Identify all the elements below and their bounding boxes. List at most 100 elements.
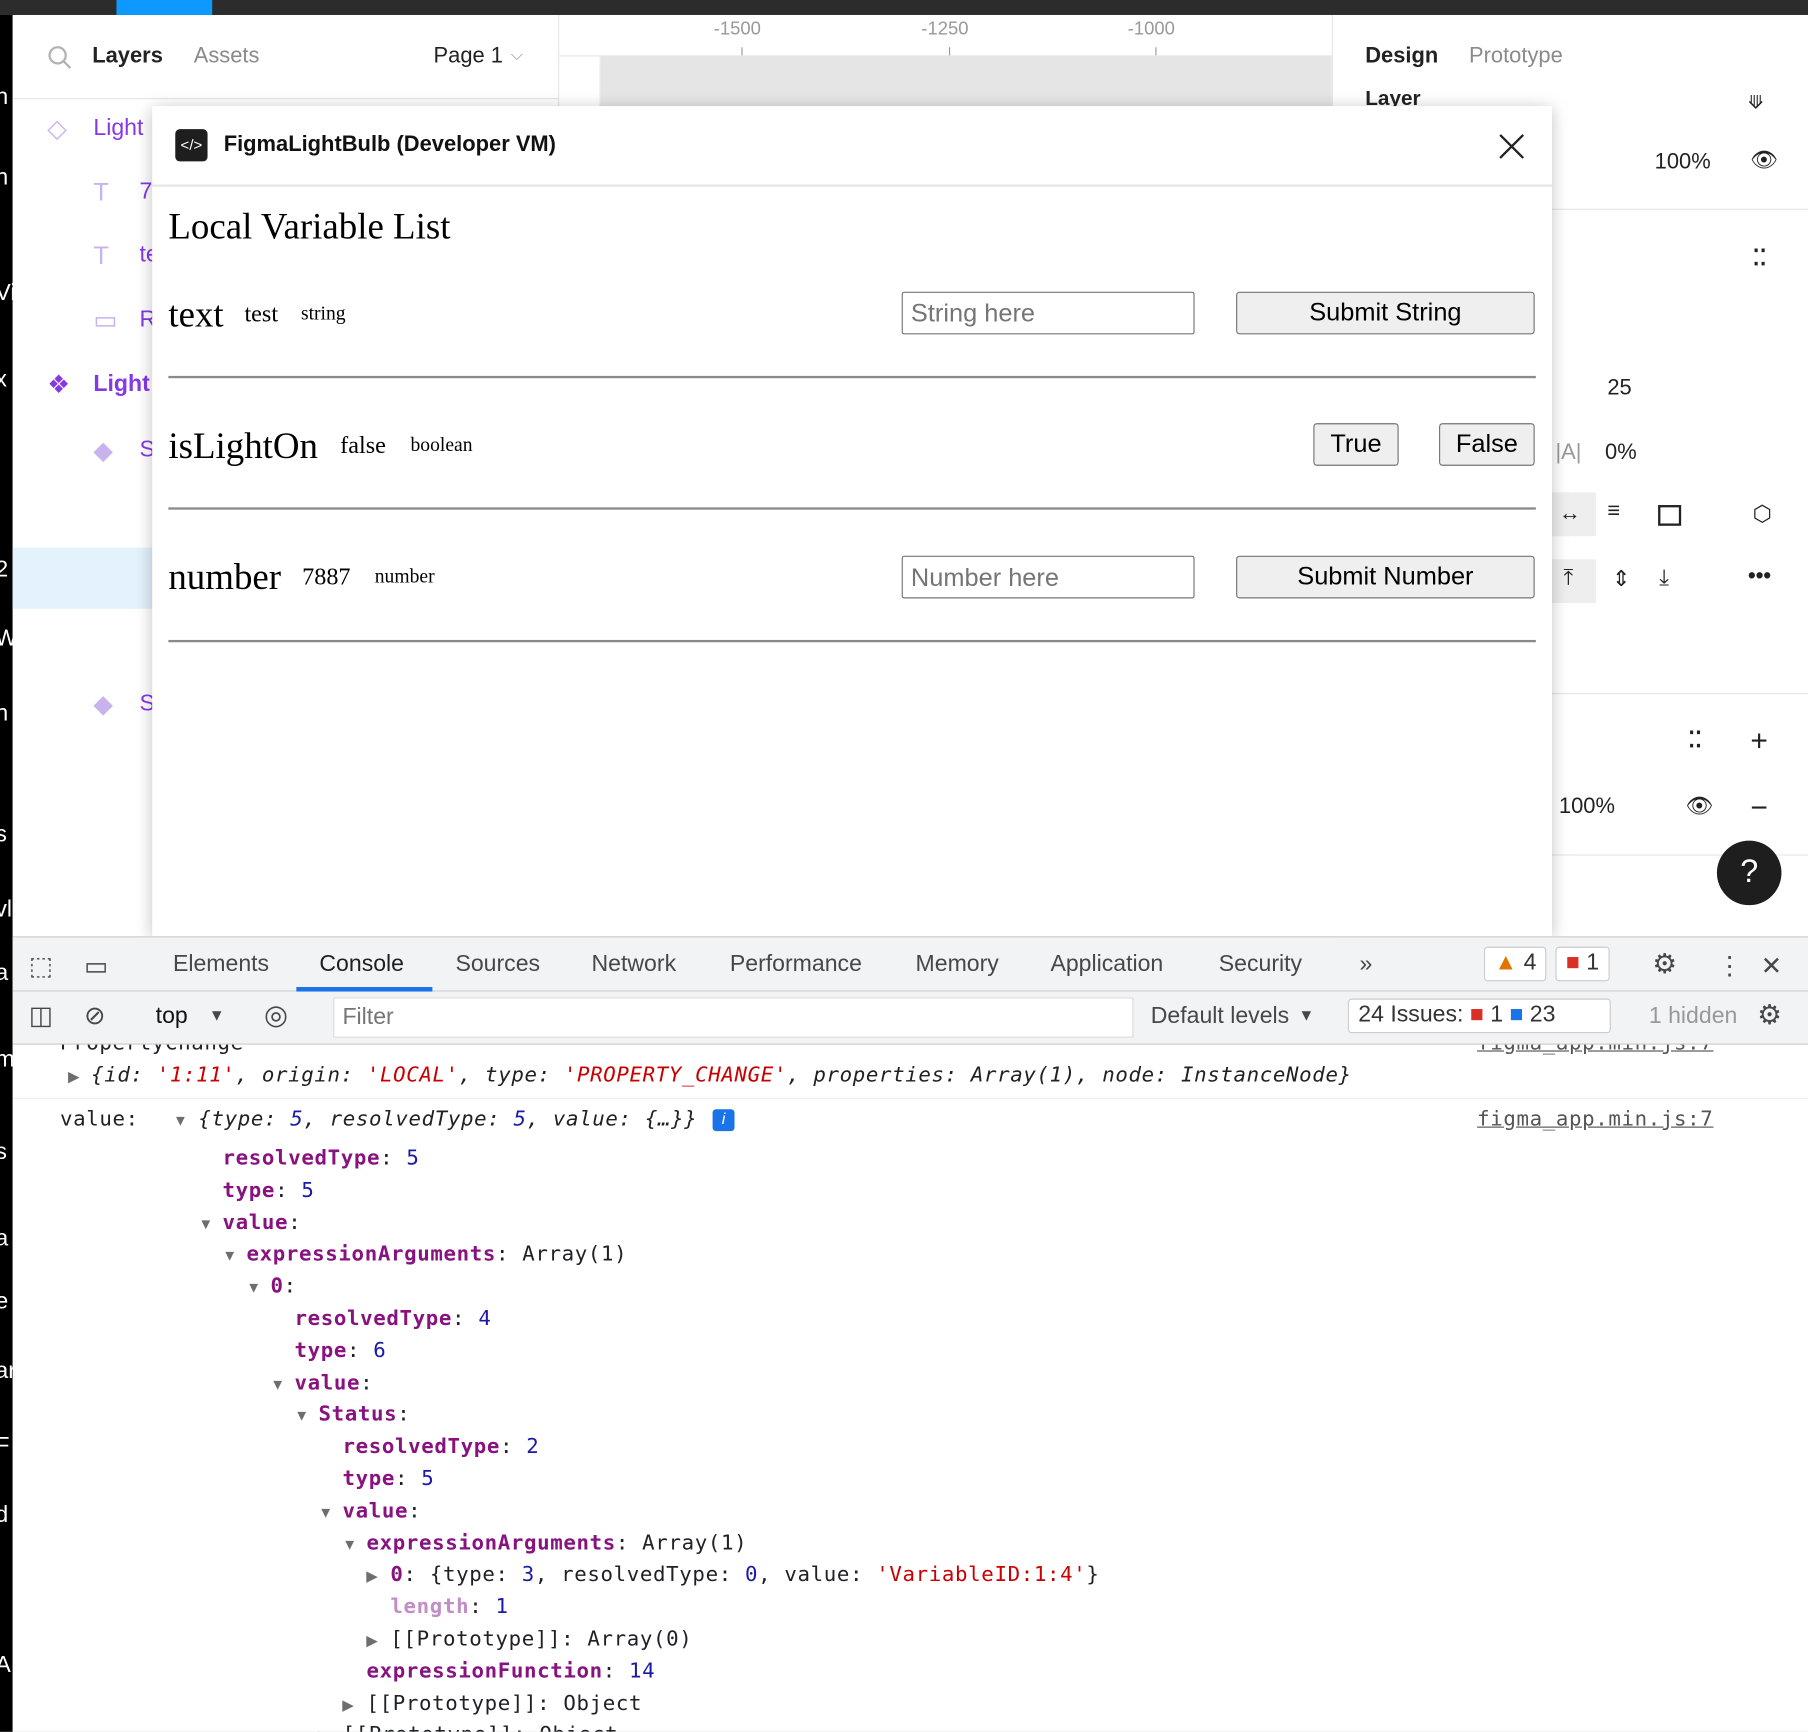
line-height-value[interactable]: 25 bbox=[1607, 376, 1631, 401]
collapse-arrow-icon[interactable]: ▼ bbox=[270, 1375, 285, 1392]
tab-layers[interactable]: Layers bbox=[92, 44, 163, 69]
sidebar-toggle-icon[interactable]: ◫ bbox=[29, 1001, 53, 1031]
search-icon[interactable] bbox=[47, 45, 72, 70]
submit-number-button[interactable]: Submit Number bbox=[1236, 555, 1535, 599]
separator: : bbox=[513, 1723, 526, 1732]
info-icon[interactable]: i bbox=[712, 1109, 735, 1132]
tab-sources[interactable]: Sources bbox=[455, 951, 540, 978]
console-settings-icon[interactable]: ⚙ bbox=[1757, 999, 1782, 1032]
more-icon[interactable]: ••• bbox=[1748, 564, 1771, 589]
expand-arrow-icon[interactable]: ▶ bbox=[68, 1068, 80, 1086]
tab-assets[interactable]: Assets bbox=[194, 44, 260, 69]
collapse-arrow-icon[interactable]: ▼ bbox=[222, 1247, 237, 1264]
collapse-arrow-icon[interactable]: ▼ bbox=[342, 1535, 357, 1552]
tab-security[interactable]: Security bbox=[1219, 951, 1302, 978]
tree-line[interactable]: Status: bbox=[318, 1403, 410, 1427]
console-filter-input[interactable] bbox=[333, 997, 1134, 1038]
tree-line[interactable]: 0: {type: 3, resolvedType: 0, value: 'Va… bbox=[390, 1563, 1099, 1587]
eye-icon[interactable]: 👁 bbox=[1750, 146, 1778, 174]
tree-line[interactable]: [[Prototype]]: Object bbox=[366, 1691, 642, 1715]
tree-line[interactable]: value: bbox=[223, 1210, 302, 1234]
log-object-summary[interactable]: {type: 5, resolvedType: 5, value: {…}} bbox=[198, 1107, 697, 1131]
tree-line[interactable]: value: bbox=[342, 1499, 421, 1523]
token: node bbox=[1102, 1063, 1155, 1088]
device-toolbar-icon[interactable]: ▭ bbox=[84, 951, 108, 981]
expand-arrow-icon[interactable]: ▶ bbox=[318, 1728, 330, 1732]
number-input[interactable] bbox=[901, 555, 1195, 599]
opacity-value[interactable]: 100% bbox=[1655, 150, 1711, 175]
collapse-arrow-icon[interactable]: ▼ bbox=[246, 1279, 261, 1296]
settings-icon[interactable]: ⚙ bbox=[1652, 948, 1677, 981]
expand-arrow-icon[interactable]: ▶ bbox=[366, 1567, 378, 1585]
context-selector[interactable]: top bbox=[156, 1003, 188, 1030]
align-bottom-icon[interactable]: ⤓ bbox=[1659, 566, 1669, 591]
false-button[interactable]: False bbox=[1439, 423, 1535, 466]
help-button[interactable]: ? bbox=[1716, 840, 1782, 906]
kebab-menu-icon[interactable]: ⋮ bbox=[1717, 951, 1742, 981]
issues-button[interactable]: 24 Issues: ■ 1 ■ 23 bbox=[1347, 998, 1611, 1034]
blend-mode-icon[interactable]: ⟱ bbox=[1748, 91, 1763, 114]
frame-icon[interactable] bbox=[1658, 505, 1682, 526]
tree-line[interactable]: [[Prototype]]: Object bbox=[342, 1723, 618, 1732]
resize-horizontal-icon[interactable]: ↔ bbox=[1559, 502, 1581, 527]
source-link[interactable]: figma_app.min.js:7 bbox=[1477, 1045, 1713, 1055]
separator: : bbox=[347, 1338, 361, 1363]
token: 'VariableID:1:4' bbox=[876, 1562, 1087, 1588]
source-link[interactable]: figma_app.min.js:7 bbox=[1477, 1107, 1713, 1131]
tree-line[interactable]: expressionArguments: Array(1) bbox=[366, 1531, 747, 1555]
tree-line[interactable]: 0: bbox=[271, 1274, 297, 1298]
tree-line[interactable]: expressionArguments: Array(1) bbox=[247, 1242, 628, 1266]
grid-dots-icon[interactable]: ⁚⁚ bbox=[1688, 728, 1702, 755]
collapse-arrow-icon[interactable]: ▼ bbox=[198, 1215, 213, 1232]
collapse-arrow-icon[interactable]: ▼ bbox=[173, 1112, 188, 1129]
eye-icon[interactable]: 👁 bbox=[1686, 792, 1714, 820]
token: Array(1) bbox=[642, 1530, 748, 1556]
tab-design[interactable]: Design bbox=[1365, 44, 1438, 69]
align-top-icon[interactable]: ⤒ bbox=[1564, 566, 1574, 591]
more-tabs-button[interactable]: » bbox=[1359, 951, 1372, 978]
grid-dots-icon[interactable]: ⁚⁚ bbox=[1753, 246, 1767, 273]
property-key: type bbox=[222, 1178, 276, 1203]
close-icon[interactable] bbox=[1499, 134, 1525, 159]
close-devtools-icon[interactable]: ✕ bbox=[1761, 951, 1782, 981]
tab-elements[interactable]: Elements bbox=[173, 951, 269, 978]
caret-down-icon[interactable]: ▼ bbox=[209, 1005, 225, 1023]
clear-console-icon[interactable]: ⊘ bbox=[84, 1001, 105, 1031]
minus-icon[interactable]: − bbox=[1750, 790, 1768, 826]
token: 1 bbox=[495, 1594, 509, 1620]
align-middle-icon[interactable]: ⇕ bbox=[1612, 566, 1630, 593]
tab-application[interactable]: Application bbox=[1050, 951, 1163, 978]
separator: : bbox=[403, 1562, 417, 1588]
errors-badge[interactable]: ■ 1 bbox=[1555, 946, 1610, 982]
letter-spacing-value[interactable]: 0% bbox=[1605, 440, 1637, 465]
expand-arrow-icon[interactable]: ▶ bbox=[342, 1696, 354, 1714]
chevron-down-icon[interactable]: ⌵ bbox=[511, 45, 523, 65]
live-expression-eye-icon[interactable]: ◎ bbox=[264, 999, 288, 1032]
true-button[interactable]: True bbox=[1313, 423, 1399, 466]
tree-line[interactable]: value: bbox=[294, 1371, 373, 1395]
align-left-icon[interactable]: ≡ bbox=[1607, 499, 1620, 524]
warnings-badge[interactable]: ▲ 4 bbox=[1483, 946, 1547, 982]
align-top-button[interactable] bbox=[1552, 559, 1596, 604]
tab-network[interactable]: Network bbox=[592, 951, 677, 978]
log-levels-dropdown[interactable]: Default levels bbox=[1151, 1003, 1289, 1030]
tab-prototype[interactable]: Prototype bbox=[1469, 44, 1563, 69]
separator: : bbox=[500, 1434, 514, 1459]
tree-line[interactable]: [[Prototype]]: Array(0) bbox=[390, 1627, 692, 1651]
string-input[interactable] bbox=[901, 291, 1195, 335]
hexagon-icon[interactable]: ⬡ bbox=[1753, 502, 1772, 529]
collapse-arrow-icon[interactable]: ▼ bbox=[318, 1503, 333, 1520]
expand-arrow-icon[interactable]: ▶ bbox=[366, 1632, 378, 1650]
tab-memory[interactable]: Memory bbox=[916, 951, 999, 978]
tab-console[interactable]: Console bbox=[319, 951, 404, 978]
inspect-element-icon[interactable]: ⬚ bbox=[29, 951, 53, 981]
plus-icon[interactable]: + bbox=[1750, 723, 1768, 759]
submit-string-button[interactable]: Submit String bbox=[1236, 291, 1535, 335]
page-selector[interactable]: Page 1 bbox=[434, 44, 503, 69]
collapse-arrow-icon[interactable]: ▼ bbox=[294, 1407, 309, 1424]
tab-performance[interactable]: Performance bbox=[730, 951, 862, 978]
fill-opacity-value[interactable]: 100% bbox=[1559, 794, 1615, 819]
caret-down-icon[interactable]: ▼ bbox=[1298, 1005, 1314, 1023]
divider bbox=[168, 375, 1536, 379]
log-object[interactable]: {id: '1:11', origin: 'LOCAL', type: 'PRO… bbox=[91, 1063, 1352, 1087]
